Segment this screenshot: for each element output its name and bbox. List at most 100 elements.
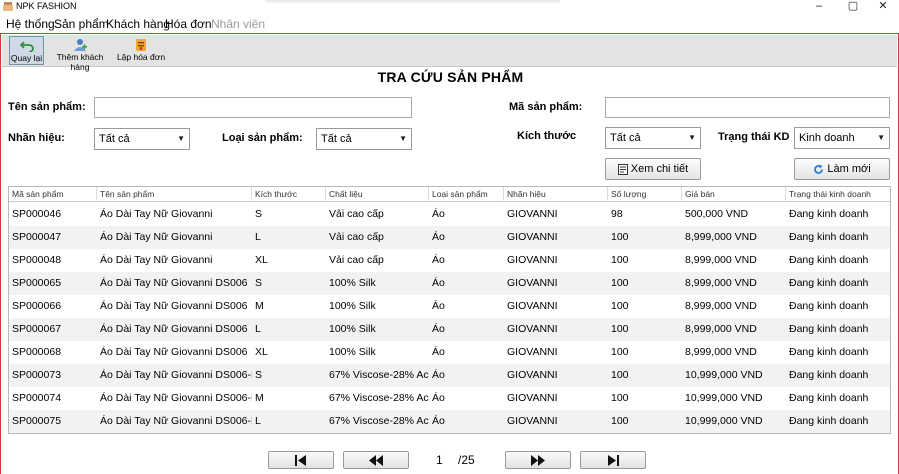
cell-material: Vải cao cấp [329,231,384,243]
menu-hoa-don[interactable]: Hóa đơn [165,17,212,31]
business-status-select[interactable]: Kinh doanh ▼ [794,127,890,149]
column-header-qty[interactable]: Số lượng [608,187,682,202]
cell-size: M [255,300,264,312]
cell-brand: GIOVANNI [507,369,558,381]
invoice-icon [136,39,146,51]
next-page-icon [531,455,545,466]
business-status-label: Trạng thái KD [718,131,790,143]
cell-material: 100% Silk [329,277,376,289]
table-row[interactable]: SP000066 Áo Dài Tay Nữ Giovanni DS006 M 100… [9,295,890,318]
size-select[interactable]: Tất cả ▼ [605,127,701,149]
cell-code: SP000067 [12,323,62,335]
cell-category: Áo [432,369,445,381]
cell-status: Đang kinh doanh [789,346,869,358]
view-detail-button[interactable]: Xem chi tiết [605,158,701,180]
minimize-button[interactable]: – [804,0,834,14]
cell-price: 500,000 VND [685,208,749,220]
cell-size: L [255,231,261,243]
column-header-code[interactable]: Mã sản phẩm [9,187,97,202]
create-invoice-label: Lập hóa đơn [116,52,166,62]
cell-category: Áo [432,208,445,220]
cell-size: L [255,323,261,335]
title-bar-shadow [265,0,560,4]
cell-material: 100% Silk [329,323,376,335]
next-page-button[interactable] [505,451,571,469]
menu-san-pham[interactable]: Sản phẩm [54,17,109,31]
column-header-category[interactable]: Loại sản phẩm [429,187,504,202]
cell-code: SP000066 [12,300,62,312]
menu-khach-hang[interactable]: Khách hàng [106,17,170,31]
category-select[interactable]: Tất cả ▼ [316,128,412,150]
cell-size: XL [255,254,268,266]
column-header-status[interactable]: Trạng thái kinh doanh [786,187,890,202]
create-invoice-tool-button[interactable]: Lập hóa đơn [116,36,166,65]
first-page-button[interactable] [268,451,334,469]
cell-code: SP000068 [12,346,62,358]
table-row[interactable]: SP000048 Áo Dài Tay Nữ Giovanni XL Vải cao … [9,249,890,272]
undo-arrow-icon [19,41,34,52]
cell-size: S [255,369,263,381]
cell-brand: GIOVANNI [507,231,558,243]
cell-status: Đang kinh doanh [789,300,869,312]
first-page-icon [295,455,306,466]
brand-select[interactable]: Tất cả ▼ [94,128,190,150]
cell-status: Đang kinh doanh [789,277,869,289]
add-customer-tool-button[interactable]: Thêm khách hàng [46,36,114,72]
product-name-input[interactable] [94,97,412,118]
title-bar: NPK FASHION – ▢ ✕ [0,0,899,14]
chevron-down-icon: ▼ [177,134,185,143]
close-button[interactable]: ✕ [868,0,898,14]
cell-price: 8,999,000 VND [685,254,757,266]
cell-material: 100% Silk [329,346,376,358]
cell-qty: 100 [611,323,629,335]
cell-price: 10,999,000 VND [685,415,763,427]
cell-brand: GIOVANNI [507,323,558,335]
column-header-brand[interactable]: Nhãn hiệu [504,187,608,202]
cell-brand: GIOVANNI [507,392,558,404]
cell-name: Áo Dài Tay Nữ Giovanni DS006 [100,346,248,358]
column-header-size[interactable]: Kích thước [252,187,326,202]
column-header-name[interactable]: Tên sản phẩm [97,187,252,202]
table-row[interactable]: SP000046 Áo Dài Tay Nữ Giovanni S Vải cao c… [9,203,890,226]
cell-code: SP000046 [12,208,62,220]
table-row[interactable]: SP000047 Áo Dài Tay Nữ Giovanni L Vải cao c… [9,226,890,249]
table-row[interactable]: SP000075 Áo Dài Tay Nữ Giovanni DS006-BL L… [9,410,890,433]
cell-name: Áo Dài Tay Nữ Giovanni DS006-BL [100,369,252,381]
product-code-input[interactable] [605,97,890,118]
cell-name: Áo Dài Tay Nữ Giovanni [100,208,213,220]
cell-category: Áo [432,254,445,266]
table-row[interactable]: SP000068 Áo Dài Tay Nữ Giovanni DS006 XL 10… [9,341,890,364]
cell-name: Áo Dài Tay Nữ Giovanni DS006 [100,323,248,335]
previous-page-button[interactable] [343,451,409,469]
table-row[interactable]: SP000074 Áo Dài Tay Nữ Giovanni DS006-BL M… [9,387,890,410]
cell-qty: 100 [611,277,629,289]
cell-category: Áo [432,392,445,404]
view-detail-label: Xem chi tiết [630,163,689,175]
cell-qty: 100 [611,392,629,404]
back-tool-button[interactable]: Quay lại [9,36,44,65]
maximize-button[interactable]: ▢ [838,0,868,14]
refresh-icon [814,164,824,174]
cell-category: Áo [432,300,445,312]
category-select-value: Tất cả [321,133,352,145]
cell-qty: 100 [611,254,629,266]
add-customer-icon [74,39,87,51]
table-row[interactable]: SP000065 Áo Dài Tay Nữ Giovanni DS006 S 100… [9,272,890,295]
total-pages: /25 [458,453,475,467]
chevron-down-icon: ▼ [688,133,696,142]
cell-brand: GIOVANNI [507,277,558,289]
menu-he-thong[interactable]: Hệ thống [6,17,55,31]
cell-status: Đang kinh doanh [789,231,869,243]
cell-material: Vải cao cấp [329,254,384,266]
last-page-button[interactable] [580,451,646,469]
cell-name: Áo Dài Tay Nữ Giovanni DS006-BL [100,415,252,427]
cell-code: SP000065 [12,277,62,289]
column-header-price[interactable]: Giá bán [682,187,786,202]
table-row[interactable]: SP000067 Áo Dài Tay Nữ Giovanni DS006 L 100… [9,318,890,341]
cell-status: Đang kinh doanh [789,415,869,427]
refresh-button[interactable]: Làm mới [794,158,890,180]
refresh-label: Làm mới [827,163,871,175]
table-row[interactable]: SP000073 Áo Dài Tay Nữ Giovanni DS006-BL S… [9,364,890,387]
cell-price: 10,999,000 VND [685,369,763,381]
column-header-material[interactable]: Chất liệu [326,187,429,202]
